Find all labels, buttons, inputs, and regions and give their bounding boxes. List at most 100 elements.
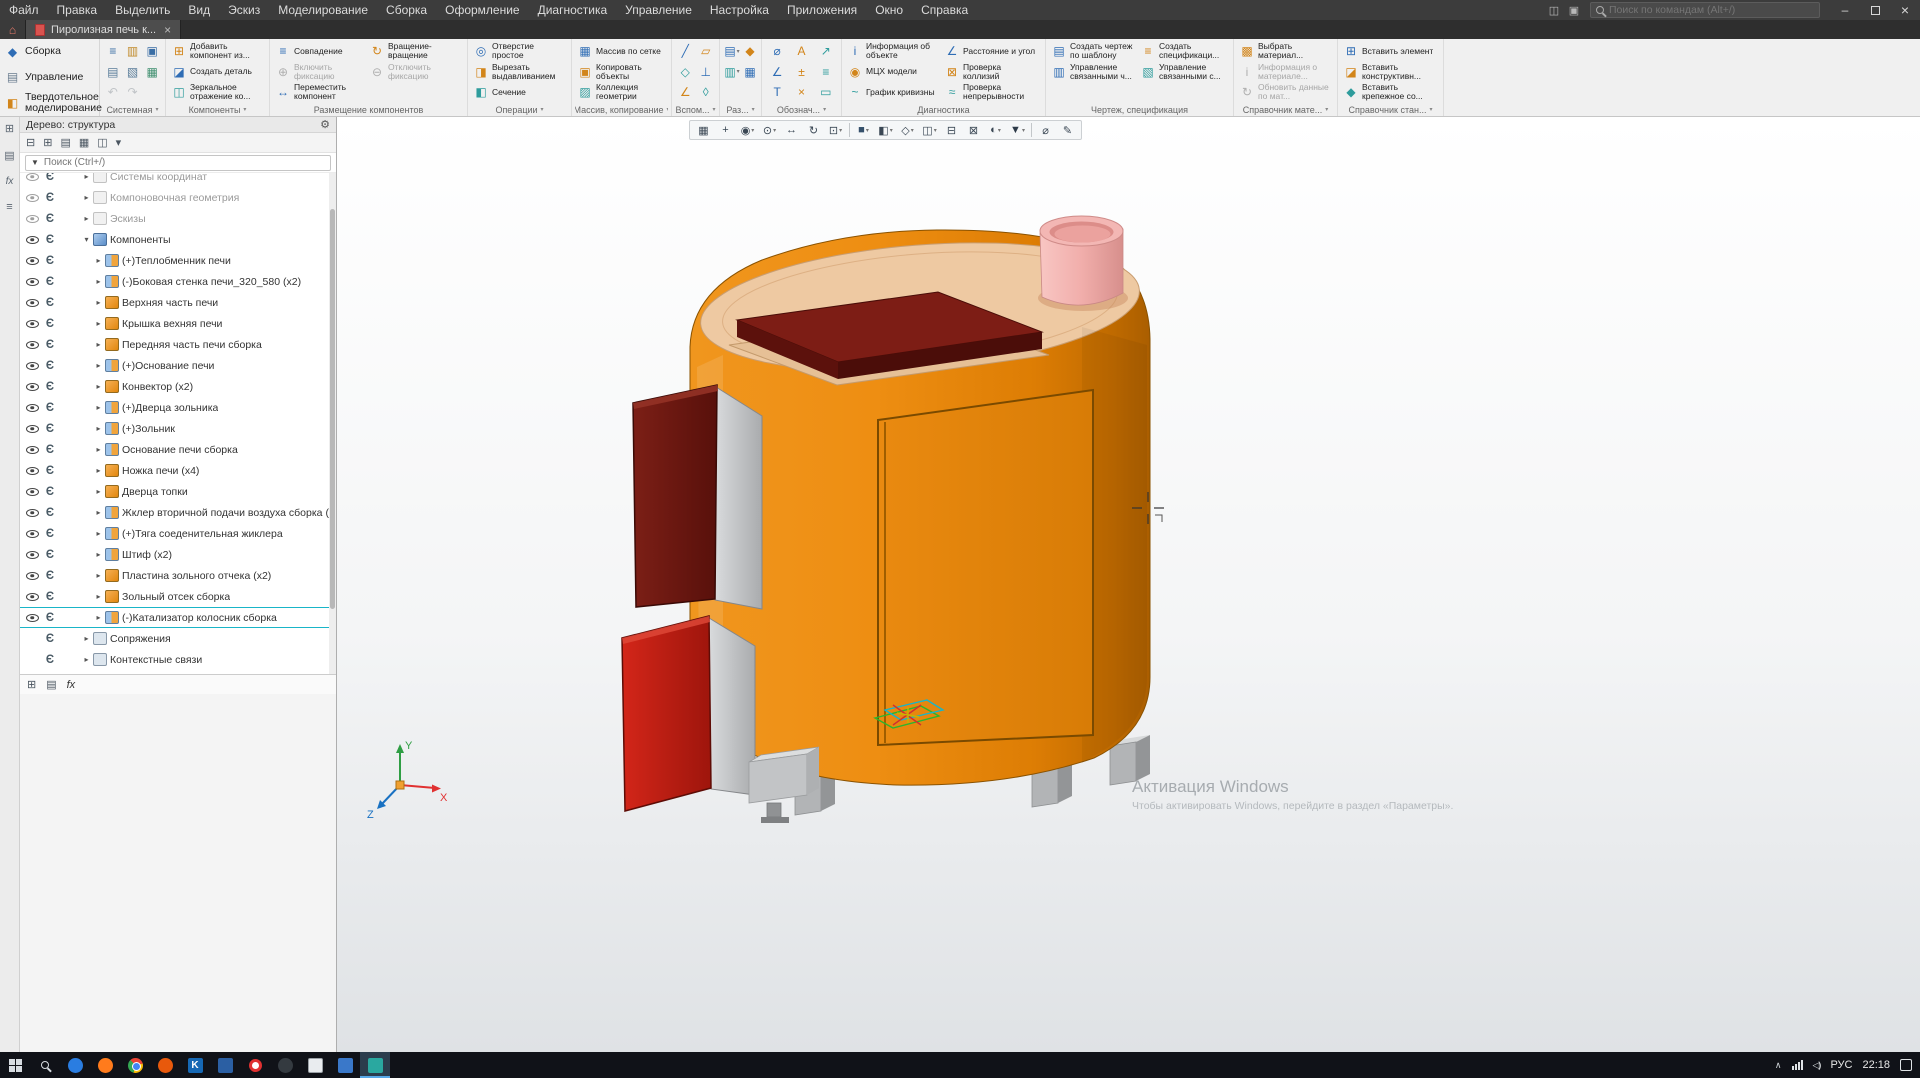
tree-row[interactable]: Є▸Верхняя часть печи: [20, 292, 336, 313]
firefox-icon[interactable]: [90, 1052, 120, 1078]
panel-fx-icon[interactable]: fx: [6, 176, 14, 187]
tolerance-icon[interactable]: ±: [792, 65, 810, 79]
ribbon-button[interactable]: ⊞Вставить элемент: [1341, 41, 1436, 62]
scrollbar-thumb[interactable]: [330, 209, 335, 609]
ribbon-button[interactable]: ◪Вставить конструктивн...: [1341, 62, 1436, 83]
tree-search-box[interactable]: ▼: [25, 155, 331, 171]
chevron-right-icon[interactable]: ▸: [94, 298, 103, 307]
visibility-eye-icon[interactable]: [20, 362, 40, 370]
chevron-right-icon[interactable]: ▸: [94, 550, 103, 559]
visibility-eye-icon[interactable]: [20, 299, 40, 307]
chevron-right-icon[interactable]: ▸: [94, 277, 103, 286]
ribbon-button[interactable]: ∠Расстояние и угол: [942, 41, 1039, 62]
ribbon-button[interactable]: ⊞Добавить компонент из...: [169, 41, 264, 62]
menu-item[interactable]: Справка: [912, 0, 977, 20]
chevron-right-icon[interactable]: ▸: [94, 613, 103, 622]
panel-tree-icon[interactable]: ⊞: [5, 122, 14, 135]
measure-icon[interactable]: ⌀: [1035, 122, 1056, 138]
snap-grid-icon[interactable]: ▦: [693, 122, 714, 138]
tray-expand-icon[interactable]: ∧: [1775, 1060, 1782, 1071]
ribbon-group-label[interactable]: Массив, копирование▾: [575, 103, 668, 116]
visibility-eye-icon[interactable]: [20, 551, 40, 559]
section-clip-icon[interactable]: Є: [40, 591, 60, 603]
menu-item[interactable]: Приложения: [778, 0, 866, 20]
menu-item[interactable]: Эскиз: [219, 0, 269, 20]
diameter-dim-icon[interactable]: ⌀: [768, 44, 786, 58]
layout-windows-icon[interactable]: ▣: [1564, 4, 1584, 17]
command-search[interactable]: [1590, 2, 1820, 18]
orientation-icon[interactable]: ◉▾: [737, 122, 758, 138]
clock[interactable]: 22:18: [1862, 1059, 1890, 1071]
ribbon-button[interactable]: ◎Отверстие простое: [471, 41, 566, 62]
section-clip-icon[interactable]: Є: [40, 339, 60, 351]
ribbon-button[interactable]: ⊖Отключить фиксацию: [367, 62, 461, 83]
tree-row[interactable]: Є▸Компоновочная геометрия: [20, 187, 336, 208]
ribbon-group-label[interactable]: Компоненты▾: [169, 103, 266, 116]
aux-perpendicular-icon[interactable]: ⊥: [697, 65, 715, 79]
print-icon[interactable]: ▤: [104, 65, 122, 79]
chevron-down-icon[interactable]: ▾: [82, 235, 91, 244]
tree-row[interactable]: Є▸Дверца топки: [20, 481, 336, 502]
ribbon-button[interactable]: ◉МЦХ модели: [845, 62, 942, 83]
visibility-eye-icon[interactable]: [20, 236, 40, 244]
ribbon-group-label[interactable]: Системная▾: [103, 103, 162, 116]
tab-solid-modeling[interactable]: ◧Твердотельное моделирование: [0, 90, 99, 116]
open-document-icon[interactable]: ▥: [123, 44, 141, 58]
section-view-icon[interactable]: ⊠: [963, 122, 984, 138]
tree-relations-view-icon[interactable]: ▤: [60, 136, 70, 149]
chevron-right-icon[interactable]: ▸: [94, 466, 103, 475]
rotate-view-icon[interactable]: ↻: [803, 122, 824, 138]
panel-params-icon[interactable]: ▤: [4, 149, 14, 162]
home-tab[interactable]: ⌂: [0, 20, 26, 39]
tree-row[interactable]: Є▸Пластина зольного отчека (x2): [20, 565, 336, 586]
aux-point-icon[interactable]: ◇: [676, 65, 694, 79]
visibility-eye-icon[interactable]: [20, 593, 40, 601]
tree-row[interactable]: Є▾Компоненты: [20, 229, 336, 250]
section-clip-icon[interactable]: Є: [40, 654, 60, 666]
chevron-right-icon[interactable]: ▸: [94, 340, 103, 349]
visibility-eye-icon[interactable]: [20, 320, 40, 328]
menu-item[interactable]: Настройка: [701, 0, 778, 20]
visibility-eye-icon[interactable]: [20, 278, 40, 286]
menu-item[interactable]: Выделить: [106, 0, 179, 20]
chrome-icon[interactable]: [120, 1052, 150, 1078]
search-button[interactable]: [30, 1052, 60, 1078]
main-menu-icon[interactable]: ≡: [104, 44, 122, 58]
filter-icon[interactable]: ▼▾: [1007, 122, 1028, 138]
hidden-lines-icon[interactable]: ◫▾: [919, 122, 940, 138]
gear-icon[interactable]: ⚙: [320, 118, 330, 131]
menu-item[interactable]: Файл: [0, 0, 48, 20]
ribbon-button[interactable]: ◪Создать деталь: [169, 62, 264, 83]
close-button[interactable]: ×: [1890, 0, 1920, 20]
ribbon-button[interactable]: ≈Проверка непрерывности: [942, 82, 1039, 103]
chimney[interactable]: [1038, 216, 1128, 311]
visibility-eye-icon[interactable]: [20, 572, 40, 580]
section-clip-icon[interactable]: Є: [40, 234, 60, 246]
tab-close-icon[interactable]: ×: [164, 23, 171, 37]
chevron-right-icon[interactable]: ▸: [94, 487, 103, 496]
start-button[interactable]: [0, 1052, 30, 1078]
ribbon-button[interactable]: ≡Совпадение: [273, 41, 367, 62]
layout-sheet-icon[interactable]: ▤▾: [723, 44, 741, 58]
shaded-cube-icon[interactable]: ■▾: [853, 122, 874, 138]
3d-scene-canvas[interactable]: Y X Z: [337, 117, 1920, 1052]
chevron-right-icon[interactable]: ▸: [82, 634, 91, 643]
ribbon-button[interactable]: ▤Создать чертеж по шаблону: [1049, 41, 1138, 62]
section-clip-icon[interactable]: Є: [40, 276, 60, 288]
panel-list-icon[interactable]: ≡: [6, 201, 12, 213]
redo-icon[interactable]: ↷: [123, 85, 141, 99]
tree-row[interactable]: Є▸Жклер вторичной подачи воздуха сборка …: [20, 502, 336, 523]
ribbon-button[interactable]: ▩Выбрать материал...: [1237, 41, 1332, 62]
tree-footer-params-icon[interactable]: ▤: [46, 678, 56, 691]
text-note-icon[interactable]: A: [792, 44, 810, 58]
ribbon-button[interactable]: ⊠Проверка коллизий: [942, 62, 1039, 83]
menu-item[interactable]: Управление: [616, 0, 701, 20]
menu-item[interactable]: Диагностика: [529, 0, 617, 20]
section-clip-icon[interactable]: Є: [40, 192, 60, 204]
visibility-eye-icon[interactable]: [20, 488, 40, 496]
tree-row[interactable]: Є▸(-)Боковая стенка печи_320_580 (x2): [20, 271, 336, 292]
ribbon-button[interactable]: ▧Управление связанными с...: [1138, 62, 1227, 83]
app-blue-icon[interactable]: [210, 1052, 240, 1078]
chevron-right-icon[interactable]: ▸: [94, 445, 103, 454]
tree-row[interactable]: Є▸Передняя часть печи сборка: [20, 334, 336, 355]
